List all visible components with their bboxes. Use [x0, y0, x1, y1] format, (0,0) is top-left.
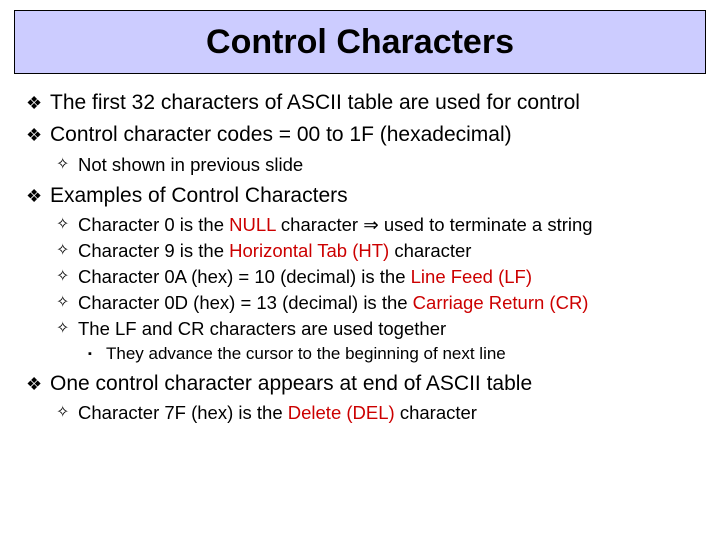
highlight-text: Horizontal Tab (HT)	[229, 240, 389, 261]
sub-bullet-item: ✧ The LF and CR characters are used toge…	[56, 317, 700, 341]
bullet-text: Not shown in previous slide	[78, 153, 700, 177]
text: Character 7F (hex) is the	[78, 402, 288, 423]
highlight-text: Delete (DEL)	[288, 402, 395, 423]
highlight-text: NULL	[229, 214, 276, 235]
text: Character 0 is the	[78, 214, 229, 235]
diamond-icon: ❖	[26, 183, 50, 209]
diamond-icon: ❖	[26, 90, 50, 116]
text: character	[389, 240, 471, 261]
sub-bullet-item: ✧ Character 9 is the Horizontal Tab (HT)…	[56, 239, 700, 263]
bullet-text: Character 0 is the NULL character ⇒ used…	[78, 213, 700, 237]
hollow-diamond-icon: ✧	[56, 265, 78, 289]
bullet-text: The LF and CR characters are used togeth…	[78, 317, 700, 341]
arrow-icon: ⇒	[363, 214, 379, 235]
hollow-diamond-icon: ✧	[56, 153, 78, 177]
bullet-item: ❖ Control character codes = 00 to 1F (he…	[26, 122, 700, 148]
bullet-text: Control character codes = 00 to 1F (hexa…	[50, 122, 700, 148]
sub-bullet-item: ✧ Character 7F (hex) is the Delete (DEL)…	[56, 401, 700, 425]
sub-sub-bullet-item: ▪ They advance the cursor to the beginni…	[88, 343, 700, 365]
hollow-diamond-icon: ✧	[56, 239, 78, 263]
highlight-text: Carriage Return (CR)	[413, 292, 589, 313]
text: Character 0A (hex) = 10 (decimal) is the	[78, 266, 411, 287]
slide: Control Characters ❖ The first 32 charac…	[0, 10, 720, 540]
bullet-text: Character 9 is the Horizontal Tab (HT) c…	[78, 239, 700, 263]
bullet-item: ❖ Examples of Control Characters	[26, 183, 700, 209]
sub-bullet-item: ✧ Character 0 is the NULL character ⇒ us…	[56, 213, 700, 237]
title-bar: Control Characters	[14, 10, 706, 74]
diamond-icon: ❖	[26, 122, 50, 148]
text: character	[395, 402, 477, 423]
text: Character 9 is the	[78, 240, 229, 261]
bullet-text: The first 32 characters of ASCII table a…	[50, 90, 700, 116]
diamond-icon: ❖	[26, 371, 50, 397]
text: character	[276, 214, 363, 235]
bullet-text: They advance the cursor to the beginning…	[106, 343, 700, 365]
slide-body: ❖ The first 32 characters of ASCII table…	[0, 74, 720, 425]
text: used to terminate a string	[379, 214, 593, 235]
square-icon: ▪	[88, 343, 106, 365]
sub-bullet-item: ✧ Not shown in previous slide	[56, 153, 700, 177]
bullet-text: Examples of Control Characters	[50, 183, 700, 209]
slide-title: Control Characters	[15, 11, 705, 73]
sub-bullet-item: ✧ Character 0A (hex) = 10 (decimal) is t…	[56, 265, 700, 289]
highlight-text: Line Feed (LF)	[411, 266, 532, 287]
bullet-text: One control character appears at end of …	[50, 371, 700, 397]
text: Character 0D (hex) = 13 (decimal) is the	[78, 292, 413, 313]
bullet-item: ❖ The first 32 characters of ASCII table…	[26, 90, 700, 116]
bullet-text: Character 7F (hex) is the Delete (DEL) c…	[78, 401, 700, 425]
hollow-diamond-icon: ✧	[56, 291, 78, 315]
bullet-item: ❖ One control character appears at end o…	[26, 371, 700, 397]
hollow-diamond-icon: ✧	[56, 317, 78, 341]
bullet-text: Character 0A (hex) = 10 (decimal) is the…	[78, 265, 700, 289]
bullet-text: Character 0D (hex) = 13 (decimal) is the…	[78, 291, 700, 315]
sub-bullet-item: ✧ Character 0D (hex) = 13 (decimal) is t…	[56, 291, 700, 315]
hollow-diamond-icon: ✧	[56, 401, 78, 425]
hollow-diamond-icon: ✧	[56, 213, 78, 237]
